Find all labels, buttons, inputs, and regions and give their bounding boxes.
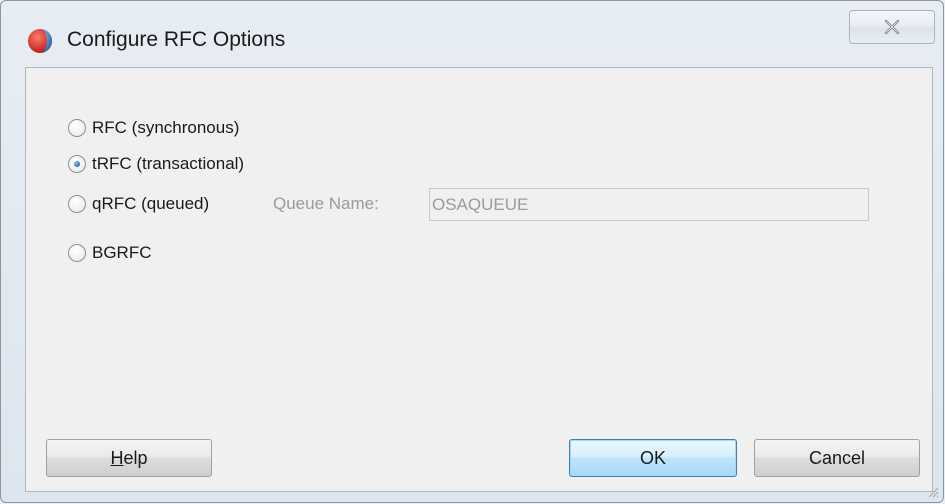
radio-button-qrfc[interactable] <box>68 195 86 213</box>
radio-trfc-transactional[interactable]: tRFC (transactional) <box>68 150 244 178</box>
dialog-titlebar[interactable]: Configure RFC Options <box>1 1 943 67</box>
radio-qrfc-queued[interactable]: qRFC (queued) <box>68 190 209 218</box>
radio-label-bgrfc: BGRFC <box>92 243 152 262</box>
queue-name-label: Queue Name: <box>273 194 379 213</box>
configure-rfc-dialog: Configure RFC Options RFC (synchronous) … <box>0 0 944 503</box>
radio-bgrfc[interactable]: BGRFC <box>68 239 152 267</box>
dialog-content: RFC (synchronous) tRFC (transactional) q… <box>25 67 933 492</box>
resize-grip-icon[interactable] <box>927 486 939 498</box>
help-mnemonic: H <box>110 447 124 468</box>
radio-rfc-synchronous[interactable]: RFC (synchronous) <box>68 114 239 142</box>
help-label-rest: elp <box>123 447 148 468</box>
dialog-title: Configure RFC Options <box>67 28 286 51</box>
ok-button[interactable]: OK <box>569 439 737 477</box>
help-button[interactable]: Help <box>46 439 212 477</box>
radio-label-trfc: tRFC (transactional) <box>92 154 245 173</box>
close-icon <box>884 19 900 35</box>
radio-button-bgrfc[interactable] <box>68 244 86 262</box>
close-button[interactable] <box>849 10 935 44</box>
radio-label-qrfc: qRFC (queued) <box>92 194 210 213</box>
cancel-button[interactable]: Cancel <box>754 439 920 477</box>
queue-name-input[interactable]: OSAQUEUE <box>429 188 869 221</box>
oracle-logo-icon <box>28 29 52 53</box>
radio-label-rfc: RFC (synchronous) <box>92 118 240 137</box>
radio-button-trfc[interactable] <box>68 155 86 173</box>
radio-button-rfc[interactable] <box>68 119 86 137</box>
